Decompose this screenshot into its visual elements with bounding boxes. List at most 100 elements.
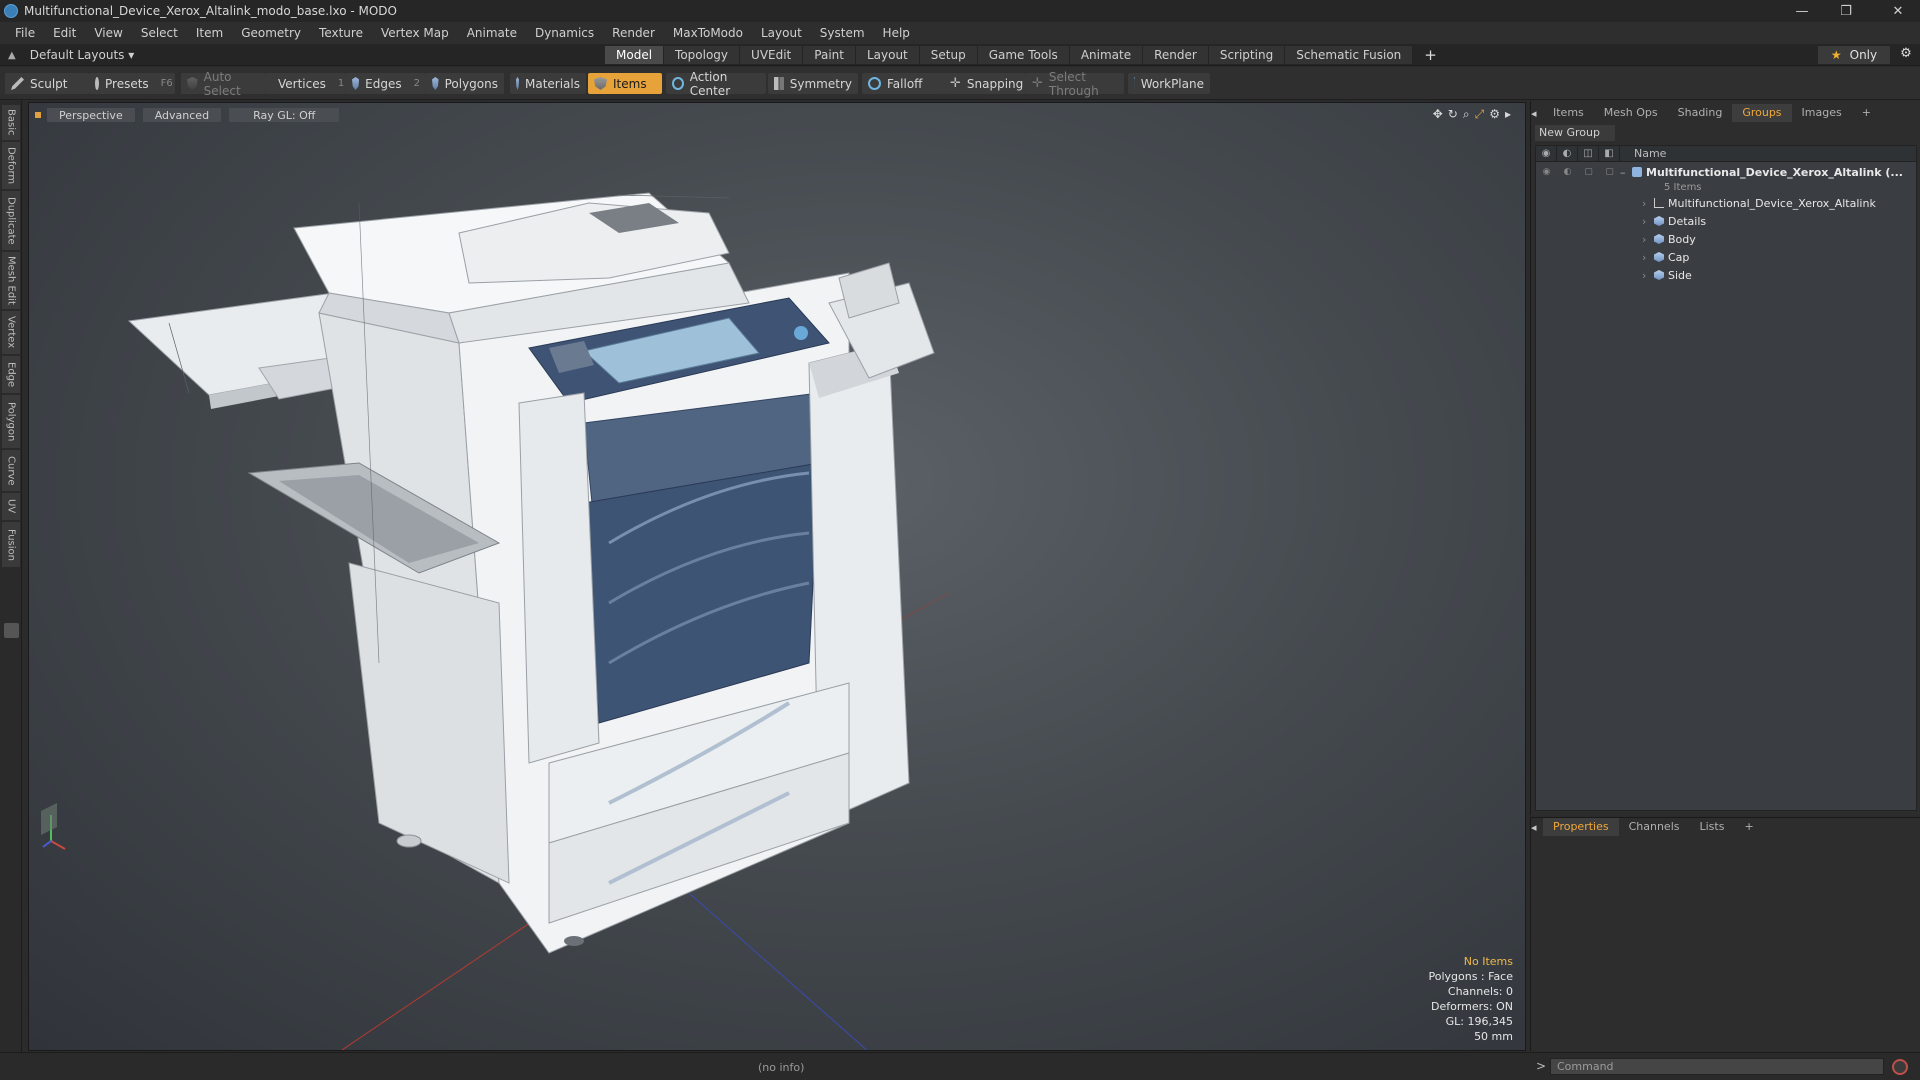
menu-item[interactable]: Item bbox=[187, 22, 232, 44]
close-button[interactable]: ✕ bbox=[1876, 0, 1920, 22]
presets-button[interactable]: Presets F6 bbox=[89, 73, 175, 94]
expand-arrow-icon[interactable]: ▸ bbox=[1505, 107, 1511, 122]
tree-row-body[interactable]: › Body bbox=[1536, 230, 1916, 248]
shading-mode-button[interactable]: Advanced bbox=[142, 108, 222, 122]
polygons-button[interactable]: Polygons bbox=[426, 73, 504, 94]
left-tab-deform[interactable]: Deform bbox=[2, 142, 20, 190]
left-tab-mesh-edit[interactable]: Mesh Edit bbox=[2, 252, 20, 310]
add-properties-tab-button[interactable]: + bbox=[1734, 818, 1763, 836]
menu-file[interactable]: File bbox=[6, 22, 44, 44]
menu-system[interactable]: System bbox=[811, 22, 874, 44]
new-group-button[interactable]: New Group bbox=[1535, 125, 1615, 141]
rotate-icon[interactable]: ↻ bbox=[1448, 107, 1458, 122]
pan-icon[interactable]: ✥ bbox=[1433, 107, 1443, 122]
left-tab-basic[interactable]: Basic bbox=[2, 105, 20, 141]
menu-texture[interactable]: Texture bbox=[310, 22, 372, 44]
tab-scripting[interactable]: Scripting bbox=[1208, 46, 1286, 64]
menu-dynamics[interactable]: Dynamics bbox=[526, 22, 603, 44]
tab-mesh-ops[interactable]: Mesh Ops bbox=[1594, 104, 1668, 122]
stop-icon[interactable] bbox=[1892, 1059, 1908, 1075]
edges-button[interactable]: Edges 2 bbox=[346, 73, 426, 94]
menu-edit[interactable]: Edit bbox=[44, 22, 85, 44]
left-tab-polygon[interactable]: Polygon bbox=[2, 395, 20, 449]
workplane-button[interactable]: WorkPlane bbox=[1128, 73, 1210, 94]
sculpt-button[interactable]: Sculpt bbox=[5, 73, 89, 94]
lock-column-icon[interactable]: ◫ bbox=[1578, 145, 1599, 162]
snapping-button[interactable]: ✛ Snapping bbox=[944, 73, 1026, 94]
raygl-button[interactable]: Ray GL: Off bbox=[229, 108, 340, 122]
tree-row-cap[interactable]: › Cap bbox=[1536, 248, 1916, 266]
visibility-column-icon[interactable]: ◉ bbox=[1536, 145, 1557, 162]
items-button[interactable]: Items bbox=[588, 73, 662, 94]
select-box-icon[interactable]: ▢ bbox=[1599, 167, 1620, 177]
eye-icon[interactable]: ◉ bbox=[1536, 167, 1557, 177]
select-through-button[interactable]: ✛ Select Through bbox=[1026, 70, 1124, 98]
menu-render[interactable]: Render bbox=[603, 22, 664, 44]
tab-animate[interactable]: Animate bbox=[1069, 46, 1144, 64]
tab-uvedit[interactable]: UVEdit bbox=[740, 46, 804, 64]
panel-menu-icon[interactable]: ◂ bbox=[1531, 107, 1543, 120]
left-tab-curve[interactable]: Curve bbox=[2, 450, 20, 492]
zoom-icon[interactable]: ⌕ bbox=[1463, 107, 1470, 122]
3d-viewport[interactable]: Perspective Advanced Ray GL: Off ✥ ↻ ⌕ ⤢… bbox=[28, 102, 1526, 1051]
menu-maxtomodo[interactable]: MaxToModo bbox=[664, 22, 752, 44]
viewport-menu-icon[interactable] bbox=[35, 112, 41, 118]
menu-select[interactable]: Select bbox=[132, 22, 187, 44]
gear-icon[interactable]: ⚙ bbox=[1896, 46, 1916, 64]
collapse-icon[interactable]: – bbox=[1620, 166, 1632, 179]
only-toggle-button[interactable]: ★ Only bbox=[1818, 46, 1890, 64]
tree-row-side[interactable]: › Side bbox=[1536, 266, 1916, 284]
tab-channels[interactable]: Channels bbox=[1619, 818, 1690, 836]
minimize-button[interactable]: — bbox=[1780, 0, 1824, 22]
symmetry-button[interactable]: Symmetry bbox=[768, 73, 858, 94]
tree-row-details[interactable]: › Details bbox=[1536, 212, 1916, 230]
tab-layout[interactable]: Layout bbox=[855, 46, 920, 64]
tab-shading[interactable]: Shading bbox=[1668, 104, 1733, 122]
menu-animate[interactable]: Animate bbox=[458, 22, 526, 44]
left-tab-edge[interactable]: Edge bbox=[2, 356, 20, 394]
tab-game-tools[interactable]: Game Tools bbox=[977, 46, 1070, 64]
collapse-arrow-icon[interactable]: ▲ bbox=[8, 50, 16, 61]
falloff-button[interactable]: Falloff bbox=[862, 73, 944, 94]
tab-paint[interactable]: Paint bbox=[803, 46, 856, 64]
render-column-icon[interactable]: ◐ bbox=[1557, 145, 1578, 162]
vertices-button[interactable]: Vertices 1 bbox=[266, 73, 346, 94]
add-tab-button[interactable]: + bbox=[1413, 46, 1449, 64]
menu-help[interactable]: Help bbox=[874, 22, 919, 44]
tab-setup[interactable]: Setup bbox=[919, 46, 978, 64]
menu-geometry[interactable]: Geometry bbox=[232, 22, 310, 44]
tab-render[interactable]: Render bbox=[1143, 46, 1209, 64]
left-tab-vertex[interactable]: Vertex bbox=[2, 311, 20, 355]
lock-box-icon[interactable]: ▢ bbox=[1578, 167, 1599, 177]
left-tab-uv[interactable]: UV bbox=[2, 493, 20, 521]
render-icon[interactable]: ◐ bbox=[1557, 167, 1578, 177]
tree-row-root[interactable]: ◉ ◐ ▢ ▢ – Multifunctional_Device_Xerox_Alta… bbox=[1536, 164, 1916, 180]
command-input[interactable] bbox=[1550, 1058, 1884, 1075]
viewport-settings-icon[interactable]: ⚙ bbox=[1489, 107, 1500, 122]
left-tab-fusion[interactable]: Fusion bbox=[2, 522, 20, 568]
auto-select-button[interactable]: Auto Select bbox=[181, 70, 266, 98]
tab-images[interactable]: Images bbox=[1792, 104, 1852, 122]
tab-items[interactable]: Items bbox=[1543, 104, 1594, 122]
menu-vertex-map[interactable]: Vertex Map bbox=[372, 22, 458, 44]
add-panel-tab-button[interactable]: + bbox=[1852, 104, 1881, 122]
tab-lists[interactable]: Lists bbox=[1690, 818, 1735, 836]
view-mode-button[interactable]: Perspective bbox=[47, 108, 135, 122]
tab-groups[interactable]: Groups bbox=[1732, 104, 1792, 122]
layout-selector[interactable]: ▲ Default Layouts ▾ bbox=[8, 44, 134, 66]
left-tab-duplicate[interactable]: Duplicate bbox=[2, 191, 20, 251]
fit-icon[interactable]: ⤢ bbox=[1475, 107, 1485, 122]
maximize-button[interactable]: ❐ bbox=[1824, 0, 1868, 22]
panel-menu-icon[interactable]: ◂ bbox=[1531, 821, 1543, 834]
device-model-render[interactable] bbox=[29, 103, 1526, 1051]
menu-view[interactable]: View bbox=[85, 22, 131, 44]
tab-schematic-fusion[interactable]: Schematic Fusion bbox=[1285, 46, 1414, 64]
tab-topology[interactable]: Topology bbox=[664, 46, 741, 64]
toolbox-toggle-button[interactable] bbox=[4, 623, 19, 638]
tab-model[interactable]: Model bbox=[605, 46, 665, 64]
materials-button[interactable]: Materials bbox=[510, 73, 586, 94]
select-column-icon[interactable]: ◧ bbox=[1599, 145, 1620, 162]
action-center-button[interactable]: Action Center bbox=[666, 70, 766, 98]
menu-layout[interactable]: Layout bbox=[752, 22, 811, 44]
tab-properties[interactable]: Properties bbox=[1543, 818, 1619, 836]
